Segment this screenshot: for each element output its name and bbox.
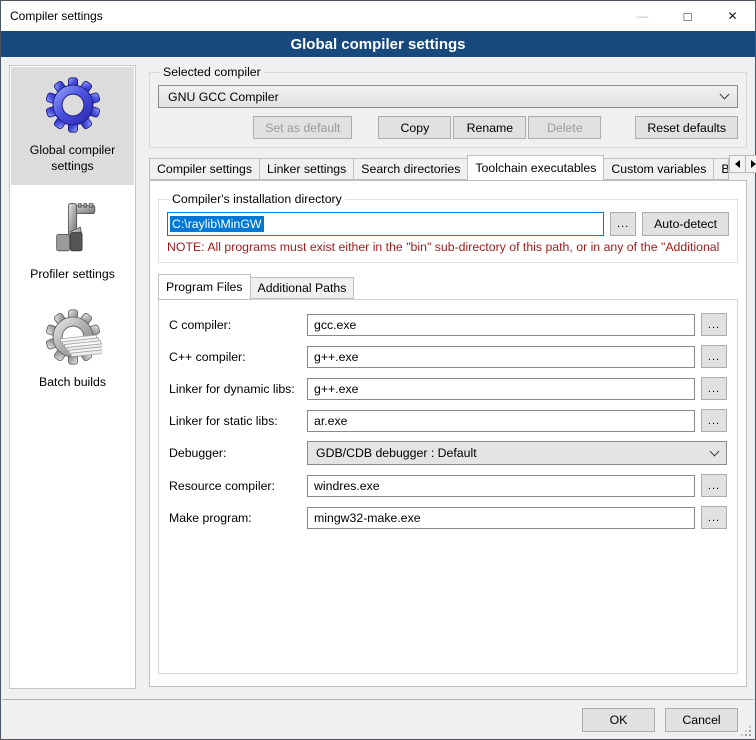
- static-linker-browse-button[interactable]: ...: [701, 409, 727, 432]
- chevron-down-icon: [710, 446, 720, 456]
- tab-linker-settings[interactable]: Linker settings: [259, 158, 354, 180]
- tab-program-files[interactable]: Program Files: [158, 274, 251, 300]
- compiler-select-value: GNU GCC Compiler: [168, 90, 279, 104]
- resource-compiler-input[interactable]: [307, 475, 695, 497]
- make-program-browse-button[interactable]: ...: [701, 506, 727, 529]
- maximize-icon[interactable]: □: [665, 1, 710, 31]
- tab-custom-variables[interactable]: Custom variables: [603, 158, 714, 180]
- reset-defaults-button[interactable]: Reset defaults: [635, 116, 738, 139]
- selected-compiler-group: Selected compiler GNU GCC Compiler Set a…: [149, 65, 747, 148]
- tab-build-options[interactable]: Build options: [713, 158, 729, 180]
- sidebar-item-global-compiler-settings[interactable]: Global compiler settings: [11, 67, 134, 185]
- make-program-label: Make program:: [169, 511, 307, 525]
- minimize-icon: —: [620, 1, 665, 31]
- blue-gear-icon: [44, 76, 102, 134]
- caliper-icon: [44, 200, 102, 258]
- field-row-cpp-compiler: C++ compiler: ...: [169, 345, 727, 368]
- field-row-static-linker: Linker for static libs: ...: [169, 409, 727, 432]
- page-title: Global compiler settings: [1, 31, 755, 57]
- cpp-compiler-browse-button[interactable]: ...: [701, 345, 727, 368]
- field-row-c-compiler: C compiler: ...: [169, 313, 727, 336]
- dynamic-linker-browse-button[interactable]: ...: [701, 377, 727, 400]
- installation-directory-group: Compiler's installation directory C:\ray…: [158, 192, 738, 263]
- toolchain-executables-pane: Compiler's installation directory C:\ray…: [149, 180, 747, 687]
- main-content: Selected compiler GNU GCC Compiler Set a…: [149, 65, 747, 699]
- field-row-debugger: Debugger: GDB/CDB debugger : Default: [169, 441, 727, 465]
- tab-search-directories[interactable]: Search directories: [353, 158, 468, 180]
- dynamic-linker-input[interactable]: [307, 378, 695, 400]
- installation-directory-input[interactable]: C:\raylib\MinGW: [167, 212, 604, 236]
- installation-note: NOTE: All programs must exist either in …: [167, 240, 729, 254]
- sidebar-item-label: Profiler settings: [30, 267, 115, 283]
- ok-button[interactable]: OK: [582, 708, 655, 732]
- cpp-compiler-input[interactable]: [307, 346, 695, 368]
- cpp-compiler-label: C++ compiler:: [169, 350, 307, 364]
- sidebar-item-batch-builds[interactable]: Batch builds: [11, 299, 134, 401]
- tab-toolchain-executables[interactable]: Toolchain executables: [467, 155, 604, 181]
- tab-additional-paths[interactable]: Additional Paths: [250, 277, 355, 299]
- debugger-select-value: GDB/CDB debugger : Default: [316, 446, 477, 460]
- copy-button[interactable]: Copy: [378, 116, 451, 139]
- c-compiler-input[interactable]: [307, 314, 695, 336]
- delete-button: Delete: [528, 116, 601, 139]
- titlebar: Compiler settings — □ ✕: [1, 1, 755, 31]
- selected-compiler-legend: Selected compiler: [160, 65, 264, 79]
- close-icon[interactable]: ✕: [710, 1, 755, 31]
- set-as-default-button: Set as default: [253, 116, 352, 139]
- make-program-input[interactable]: [307, 507, 695, 529]
- c-compiler-label: C compiler:: [169, 318, 307, 332]
- gray-gear-stack-icon: [44, 308, 102, 366]
- window-title: Compiler settings: [10, 9, 103, 23]
- c-compiler-browse-button[interactable]: ...: [701, 313, 727, 336]
- tab-scroll-right-icon[interactable]: [745, 155, 756, 173]
- sidebar-item-label: Global compiler settings: [13, 143, 132, 175]
- installation-directory-legend: Compiler's installation directory: [169, 192, 345, 206]
- window-controls: — □ ✕: [620, 1, 755, 31]
- field-row-make-program: Make program: ...: [169, 506, 727, 529]
- installation-directory-row: C:\raylib\MinGW ... Auto-detect: [167, 212, 729, 236]
- resource-compiler-browse-button[interactable]: ...: [701, 474, 727, 497]
- dialog-body: Global compiler settings: [1, 57, 755, 699]
- rename-button[interactable]: Rename: [453, 116, 526, 139]
- static-linker-input[interactable]: [307, 410, 695, 432]
- cancel-button[interactable]: Cancel: [665, 708, 738, 732]
- compiler-settings-window: Compiler settings — □ ✕ Global compiler …: [0, 0, 756, 740]
- debugger-select[interactable]: GDB/CDB debugger : Default: [307, 441, 727, 465]
- compiler-buttons-row: Set as default Copy Rename Delete Reset …: [158, 116, 738, 139]
- sidebar-item-profiler-settings[interactable]: Profiler settings: [11, 191, 134, 293]
- static-linker-label: Linker for static libs:: [169, 414, 307, 428]
- debugger-label: Debugger:: [169, 446, 307, 460]
- tab-scroll-left-icon[interactable]: [729, 155, 746, 173]
- resize-grip[interactable]: [740, 725, 751, 736]
- tab-scroll-buttons: [729, 155, 756, 173]
- program-files-pane: C compiler: ... C++ compiler: ... Linker…: [158, 299, 738, 674]
- settings-tabstrip: Compiler settings Linker settings Search…: [149, 155, 747, 180]
- dialog-footer: OK Cancel: [2, 699, 754, 739]
- sidebar: Global compiler settings: [9, 65, 136, 689]
- field-row-resource-compiler: Resource compiler: ...: [169, 474, 727, 497]
- chevron-down-icon: [720, 90, 730, 100]
- auto-detect-button[interactable]: Auto-detect: [642, 212, 729, 236]
- installation-directory-browse-button[interactable]: ...: [610, 212, 636, 236]
- installation-directory-value: C:\raylib\MinGW: [170, 216, 264, 232]
- field-row-dynamic-linker: Linker for dynamic libs: ...: [169, 377, 727, 400]
- tab-compiler-settings[interactable]: Compiler settings: [149, 158, 260, 180]
- sidebar-item-label: Batch builds: [39, 375, 106, 391]
- compiler-select[interactable]: GNU GCC Compiler: [158, 85, 738, 108]
- program-files-tabstrip: Program Files Additional Paths: [158, 274, 738, 299]
- dynamic-linker-label: Linker for dynamic libs:: [169, 382, 307, 396]
- resource-compiler-label: Resource compiler:: [169, 479, 307, 493]
